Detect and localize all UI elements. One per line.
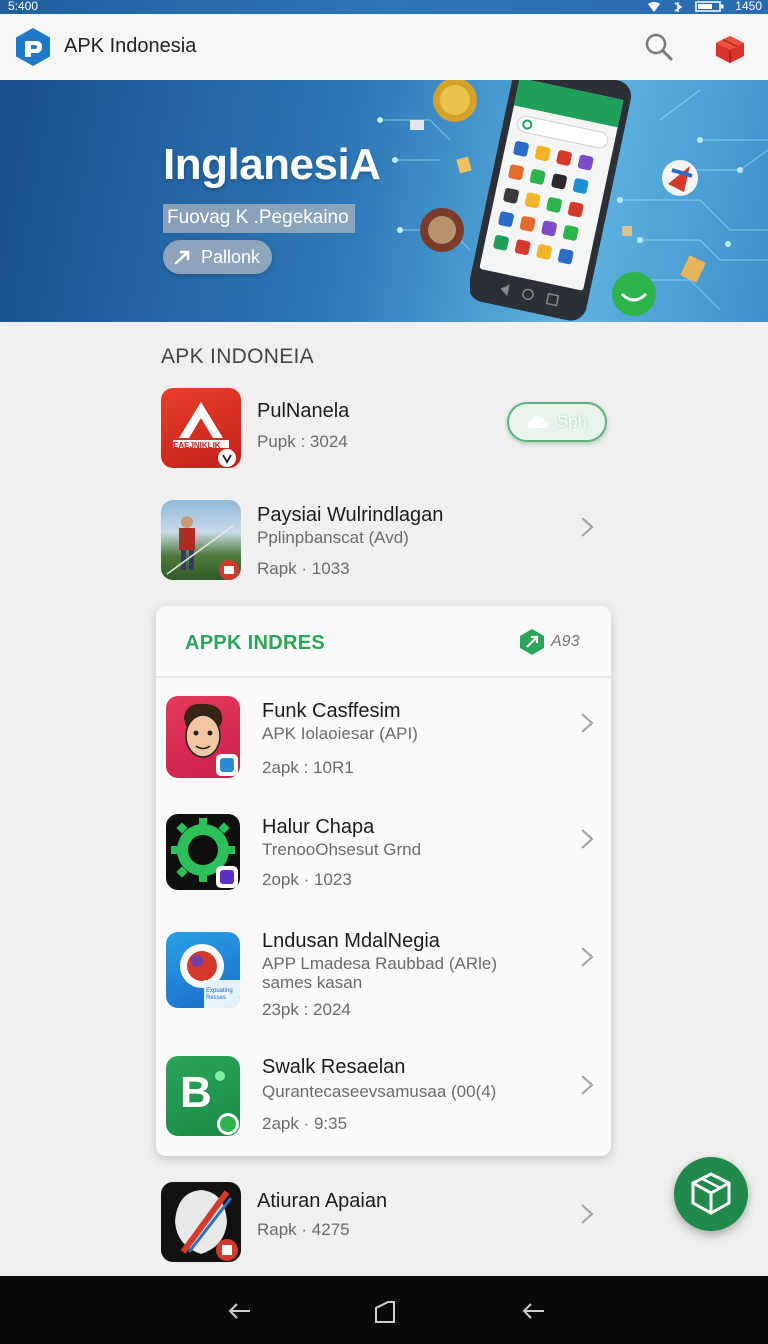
phone-illustration	[470, 80, 632, 321]
back-icon[interactable]	[227, 1298, 253, 1324]
leaf-badge-icon	[520, 629, 544, 655]
app-name: PulNanela	[257, 400, 350, 422]
status-extra-text: 1450	[735, 0, 762, 13]
status-time: 5:400	[8, 0, 39, 13]
app-gear-graphic	[171, 818, 238, 888]
app-icon: B	[166, 1056, 240, 1136]
install-button[interactable]: Sph	[507, 402, 607, 442]
app-mask-graphic	[175, 1190, 238, 1261]
app-name: Lndusan MdalNegia	[262, 930, 440, 952]
app-icon	[166, 696, 240, 778]
app-icon: Expuating Resses	[166, 932, 240, 1008]
chevron-right-icon[interactable]	[580, 712, 594, 734]
app-subtitle-line2: sames kasan	[262, 973, 363, 992]
app-badge-graphic	[215, 1071, 239, 1135]
banner-button-label: Pallonk	[201, 246, 261, 267]
app-subtitle: TrenooOhsesut Grnd	[262, 840, 422, 859]
wifi-icon	[648, 1, 661, 12]
chevron-right-icon[interactable]	[580, 1074, 594, 1096]
app-meta: 23pk : 2024	[262, 1000, 351, 1019]
app-photo-graphic	[166, 516, 239, 580]
banner-button[interactable]: Pallonk	[163, 240, 273, 274]
card-badge-text: A93	[551, 633, 580, 650]
chevron-right-icon[interactable]	[580, 516, 594, 538]
search-icon[interactable]	[644, 32, 674, 62]
card-badge[interactable]: A93	[518, 628, 579, 656]
app-icon-text: Expuating Resses	[206, 988, 233, 1001]
home-icon[interactable]	[372, 1298, 398, 1324]
app-icon: EAEJNIKLIK	[161, 388, 241, 468]
app-meta: Rapk · 1033	[257, 559, 350, 578]
app-name: Paysiai Wulrindlagan	[257, 504, 444, 526]
link-arrow-icon	[174, 250, 190, 265]
app-name: Funk Casffesim	[262, 700, 401, 722]
banner-subtitle: Fuovag K .Pegekaino	[163, 204, 355, 233]
list-item[interactable]: Halur Chapa TrenooOhsesut Grnd 2opk · 10…	[166, 814, 606, 890]
app-icon-text: EAEJNIKLIK	[173, 441, 221, 450]
app-subtitle: Pplinpbanscat (Avd)	[257, 528, 409, 547]
app-face-graphic	[184, 703, 238, 776]
app-logo-graphic	[173, 402, 236, 467]
card-header: APPK INDRES A93	[156, 606, 611, 678]
package-icon[interactable]	[714, 34, 746, 64]
app-subtitle: APK Iolaoiesar (API)	[262, 724, 418, 743]
list-item[interactable]: B Swalk Resaelan Qurantecaseevsamusaa (0…	[166, 1056, 606, 1136]
app-logo-icon[interactable]	[14, 27, 52, 67]
app-name: Swalk Resaelan	[262, 1056, 406, 1078]
install-button-label: Sph	[556, 412, 588, 431]
app-meta: Rapk · 4275	[257, 1220, 350, 1239]
list-item[interactable]: Atiuran Apaian Rapk · 4275	[161, 1182, 611, 1264]
banner-decoration	[377, 80, 768, 316]
list-item[interactable]: Expuating Resses Lndusan MdalNegia APP L…	[166, 930, 606, 1019]
featured-card: APPK INDRES A93 Funk Casffesim APK Iolao…	[156, 606, 611, 1156]
list-item[interactable]: Funk Casffesim APK Iolaoiesar (API) 2apk…	[166, 696, 606, 778]
hero-banner[interactable]: InglanesiA Fuovag K .Pegekaino Pallonk	[0, 80, 768, 322]
app-name: Halur Chapa	[262, 816, 375, 838]
app-bar: APK Indonesia	[0, 14, 768, 81]
app-icon	[166, 814, 240, 890]
recents-icon[interactable]	[521, 1298, 547, 1324]
chevron-right-icon[interactable]	[580, 946, 594, 968]
app-subtitle: Qurantecaseevsamusaa (00(4)	[262, 1082, 497, 1101]
floating-action-button[interactable]	[674, 1157, 748, 1231]
app-meta: 2apk : 10R1	[262, 758, 354, 777]
app-subtitle: APP Lmadesa Raubbad (ARle)	[262, 954, 497, 973]
box-icon	[691, 1172, 731, 1215]
app-meta: 2apk · 9:35	[262, 1114, 348, 1133]
app-meta: 2opk · 1023	[262, 870, 352, 889]
app-meta: Pupk : 3024	[257, 432, 348, 451]
status-bar: 5:400 1450	[0, 0, 768, 14]
app-icon	[161, 500, 241, 580]
section-heading: APK INDONEIA	[161, 345, 314, 368]
battery-icon	[695, 1, 724, 12]
system-nav-bar	[0, 1276, 768, 1344]
app-name: Atiuran Apaian	[257, 1190, 388, 1212]
chevron-right-icon[interactable]	[580, 1203, 594, 1225]
chevron-right-icon[interactable]	[580, 828, 594, 850]
app-icon	[161, 1182, 241, 1262]
list-item[interactable]: Paysiai Wulrindlagan Pplinpbanscat (Avd)…	[161, 500, 611, 582]
banner-title: InglanesiA	[163, 140, 381, 189]
card-title: APPK INDRES	[185, 632, 325, 654]
cloud-icon	[527, 415, 549, 428]
bluetooth-icon	[674, 1, 683, 12]
app-title: APK Indonesia	[64, 35, 197, 57]
